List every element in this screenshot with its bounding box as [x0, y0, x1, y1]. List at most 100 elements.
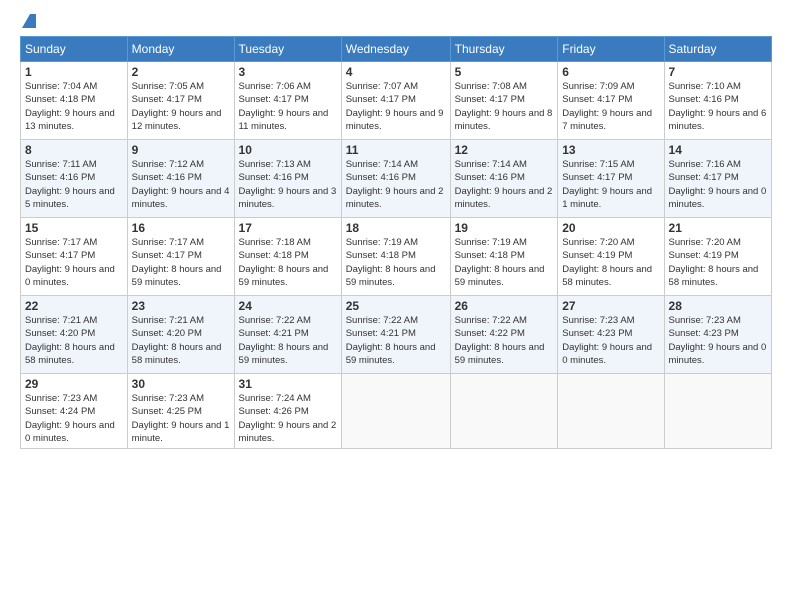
day-number: 3 [239, 65, 337, 79]
col-tuesday: Tuesday [234, 37, 341, 62]
table-row: 29 Sunrise: 7:23 AMSunset: 4:24 PMDayligh… [21, 374, 128, 449]
table-row [450, 374, 558, 449]
day-number: 6 [562, 65, 659, 79]
day-info: Sunrise: 7:05 AMSunset: 4:17 PMDaylight:… [132, 81, 222, 132]
day-info: Sunrise: 7:23 AMSunset: 4:23 PMDaylight:… [562, 315, 652, 366]
table-row: 25 Sunrise: 7:22 AMSunset: 4:21 PMDayligh… [341, 296, 450, 374]
day-number: 13 [562, 143, 659, 157]
table-row: 18 Sunrise: 7:19 AMSunset: 4:18 PMDayligh… [341, 218, 450, 296]
day-number: 17 [239, 221, 337, 235]
day-number: 22 [25, 299, 123, 313]
table-row: 27 Sunrise: 7:23 AMSunset: 4:23 PMDayligh… [558, 296, 664, 374]
day-number: 15 [25, 221, 123, 235]
day-info: Sunrise: 7:18 AMSunset: 4:18 PMDaylight:… [239, 237, 329, 288]
table-row: 23Sunrise: 7:21 AMSunset: 4:20 PMDayligh… [127, 296, 234, 374]
day-number: 21 [669, 221, 767, 235]
day-number: 5 [455, 65, 554, 79]
calendar-table: Sunday Monday Tuesday Wednesday Thursday… [20, 36, 772, 449]
day-info: Sunrise: 7:23 AMSunset: 4:25 PMDaylight:… [132, 393, 230, 444]
table-row: 7 Sunrise: 7:10 AMSunset: 4:16 PMDaylight… [664, 62, 771, 140]
day-info: Sunrise: 7:21 AMSunset: 4:20 PMDaylight:… [132, 315, 222, 366]
logo [20, 16, 36, 30]
table-row: 12 Sunrise: 7:14 AMSunset: 4:16 PMDayligh… [450, 140, 558, 218]
col-sunday: Sunday [21, 37, 128, 62]
col-monday: Monday [127, 37, 234, 62]
logo-triangle-icon [22, 14, 36, 28]
table-row [341, 374, 450, 449]
day-info: Sunrise: 7:07 AMSunset: 4:17 PMDaylight:… [346, 81, 444, 132]
day-number: 24 [239, 299, 337, 313]
table-row: 14Sunrise: 7:16 AMSunset: 4:17 PMDayligh… [664, 140, 771, 218]
day-number: 19 [455, 221, 554, 235]
day-info: Sunrise: 7:12 AMSunset: 4:16 PMDaylight:… [132, 159, 230, 210]
day-info: Sunrise: 7:06 AMSunset: 4:17 PMDaylight:… [239, 81, 329, 132]
table-row [664, 374, 771, 449]
day-number: 8 [25, 143, 123, 157]
table-row: 28 Sunrise: 7:23 AMSunset: 4:23 PMDayligh… [664, 296, 771, 374]
day-info: Sunrise: 7:08 AMSunset: 4:17 PMDaylight:… [455, 81, 553, 132]
table-row: 15 Sunrise: 7:17 AMSunset: 4:17 PMDayligh… [21, 218, 128, 296]
day-number: 31 [239, 377, 337, 391]
table-row: 17 Sunrise: 7:18 AMSunset: 4:18 PMDayligh… [234, 218, 341, 296]
table-row: 21 Sunrise: 7:20 AMSunset: 4:19 PMDayligh… [664, 218, 771, 296]
day-info: Sunrise: 7:04 AMSunset: 4:18 PMDaylight:… [25, 81, 115, 132]
day-info: Sunrise: 7:19 AMSunset: 4:18 PMDaylight:… [346, 237, 436, 288]
day-info: Sunrise: 7:20 AMSunset: 4:19 PMDaylight:… [669, 237, 759, 288]
table-row: 19Sunrise: 7:19 AMSunset: 4:18 PMDayligh… [450, 218, 558, 296]
table-row: 1 Sunrise: 7:04 AMSunset: 4:18 PMDaylight… [21, 62, 128, 140]
col-thursday: Thursday [450, 37, 558, 62]
day-number: 1 [25, 65, 123, 79]
table-row: 9 Sunrise: 7:12 AMSunset: 4:16 PMDaylight… [127, 140, 234, 218]
day-number: 7 [669, 65, 767, 79]
table-row: 6 Sunrise: 7:09 AMSunset: 4:17 PMDaylight… [558, 62, 664, 140]
day-info: Sunrise: 7:23 AMSunset: 4:23 PMDaylight:… [669, 315, 767, 366]
day-info: Sunrise: 7:15 AMSunset: 4:17 PMDaylight:… [562, 159, 652, 210]
day-info: Sunrise: 7:17 AMSunset: 4:17 PMDaylight:… [25, 237, 115, 288]
col-friday: Friday [558, 37, 664, 62]
day-info: Sunrise: 7:17 AMSunset: 4:17 PMDaylight:… [132, 237, 222, 288]
day-number: 18 [346, 221, 446, 235]
day-number: 28 [669, 299, 767, 313]
day-number: 16 [132, 221, 230, 235]
page-header [20, 16, 772, 30]
table-row [558, 374, 664, 449]
table-row: 26 Sunrise: 7:22 AMSunset: 4:22 PMDayligh… [450, 296, 558, 374]
day-info: Sunrise: 7:11 AMSunset: 4:16 PMDaylight:… [25, 159, 115, 210]
table-row: 30 Sunrise: 7:23 AMSunset: 4:25 PMDayligh… [127, 374, 234, 449]
day-number: 29 [25, 377, 123, 391]
day-info: Sunrise: 7:14 AMSunset: 4:16 PMDaylight:… [346, 159, 444, 210]
table-row: 16 Sunrise: 7:17 AMSunset: 4:17 PMDayligh… [127, 218, 234, 296]
day-info: Sunrise: 7:09 AMSunset: 4:17 PMDaylight:… [562, 81, 652, 132]
day-info: Sunrise: 7:22 AMSunset: 4:21 PMDaylight:… [346, 315, 436, 366]
day-info: Sunrise: 7:24 AMSunset: 4:26 PMDaylight:… [239, 393, 337, 444]
day-number: 25 [346, 299, 446, 313]
day-info: Sunrise: 7:20 AMSunset: 4:19 PMDaylight:… [562, 237, 652, 288]
day-number: 11 [346, 143, 446, 157]
table-row: 5 Sunrise: 7:08 AMSunset: 4:17 PMDaylight… [450, 62, 558, 140]
calendar-header-row: Sunday Monday Tuesday Wednesday Thursday… [21, 37, 772, 62]
day-number: 9 [132, 143, 230, 157]
table-row: 31 Sunrise: 7:24 AMSunset: 4:26 PMDayligh… [234, 374, 341, 449]
day-number: 14 [669, 143, 767, 157]
day-info: Sunrise: 7:10 AMSunset: 4:16 PMDaylight:… [669, 81, 767, 132]
table-row: 11 Sunrise: 7:14 AMSunset: 4:16 PMDayligh… [341, 140, 450, 218]
day-info: Sunrise: 7:14 AMSunset: 4:16 PMDaylight:… [455, 159, 553, 210]
day-number: 26 [455, 299, 554, 313]
day-number: 27 [562, 299, 659, 313]
table-row: 10Sunrise: 7:13 AMSunset: 4:16 PMDayligh… [234, 140, 341, 218]
day-info: Sunrise: 7:22 AMSunset: 4:21 PMDaylight:… [239, 315, 329, 366]
day-number: 30 [132, 377, 230, 391]
day-info: Sunrise: 7:23 AMSunset: 4:24 PMDaylight:… [25, 393, 115, 444]
table-row: 4Sunrise: 7:07 AMSunset: 4:17 PMDaylight… [341, 62, 450, 140]
table-row: 22Sunrise: 7:21 AMSunset: 4:20 PMDayligh… [21, 296, 128, 374]
table-row: 13 Sunrise: 7:15 AMSunset: 4:17 PMDayligh… [558, 140, 664, 218]
col-saturday: Saturday [664, 37, 771, 62]
table-row: 20 Sunrise: 7:20 AMSunset: 4:19 PMDayligh… [558, 218, 664, 296]
table-row: 2Sunrise: 7:05 AMSunset: 4:17 PMDaylight… [127, 62, 234, 140]
table-row: 3 Sunrise: 7:06 AMSunset: 4:17 PMDaylight… [234, 62, 341, 140]
day-info: Sunrise: 7:22 AMSunset: 4:22 PMDaylight:… [455, 315, 545, 366]
day-info: Sunrise: 7:13 AMSunset: 4:16 PMDaylight:… [239, 159, 337, 210]
table-row: 8 Sunrise: 7:11 AMSunset: 4:16 PMDaylight… [21, 140, 128, 218]
day-number: 12 [455, 143, 554, 157]
day-number: 20 [562, 221, 659, 235]
